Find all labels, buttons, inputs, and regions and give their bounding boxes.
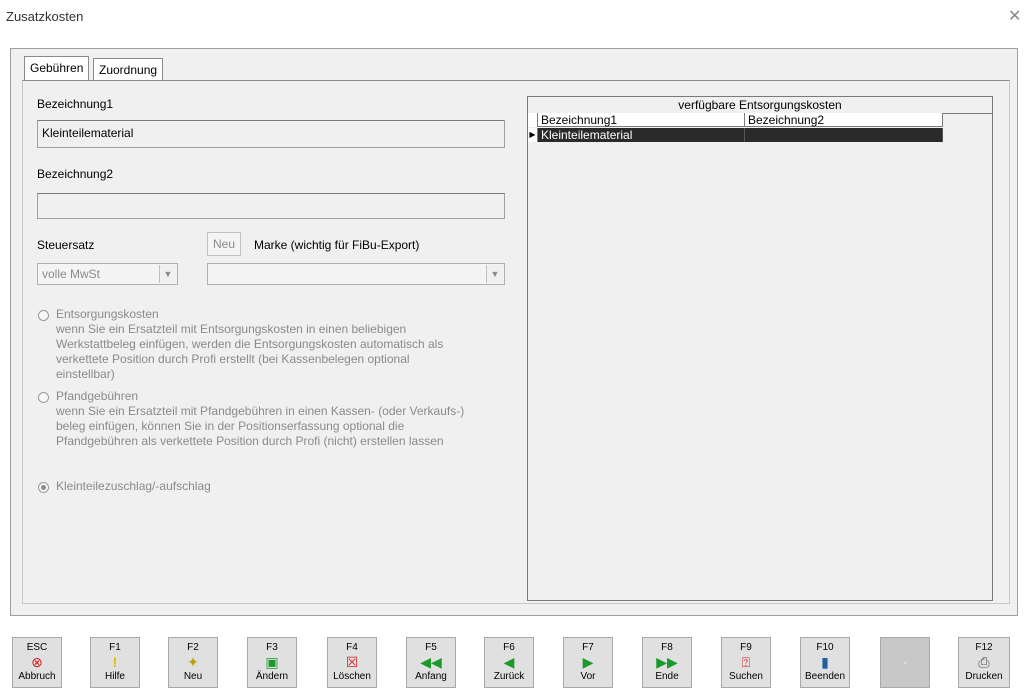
fkey-key: F9 <box>740 642 752 653</box>
fkey-label: Vor <box>580 671 596 682</box>
exit-icon: ▮ <box>821 654 829 670</box>
fkey-key: F5 <box>425 642 437 653</box>
steuersatz-select[interactable]: volle MwSt ▼ <box>37 263 178 285</box>
fkey-label: Zurück <box>493 671 525 682</box>
row-pointer-icon: ▶ <box>528 128 538 142</box>
table-cell[interactable]: Kleinteilematerial <box>538 128 745 142</box>
fkey-label: Suchen <box>729 671 763 682</box>
entsorgungskosten-grid[interactable]: verfügbare Entsorgungskosten Bezeichnung… <box>527 96 993 601</box>
pfandgebuehren-option: Pfandgebühren wenn Sie ein Ersatzteil mi… <box>56 389 464 449</box>
grid-caption: verfügbare Entsorgungskosten <box>528 97 992 114</box>
tab-gebuehren[interactable]: Gebühren <box>24 56 90 80</box>
kleinteilezuschlag-option: Kleinteilezuschlag/-aufschlag <box>56 479 211 493</box>
fkey-key: F3 <box>266 642 278 653</box>
kleinteilezuschlag-radio[interactable] <box>38 482 49 493</box>
last-icon: ▶▶ <box>656 654 678 670</box>
first-icon: ◀◀ <box>420 654 442 670</box>
fkey-key: F1 <box>109 642 121 653</box>
fkey-label: Löschen <box>333 671 371 682</box>
f5-anfang-button[interactable]: F5 ◀◀ Anfang <box>406 637 456 688</box>
column-header[interactable]: Bezeichnung2 <box>745 113 943 127</box>
fkey-key: F2 <box>187 642 199 653</box>
entsorgungskosten-option: Entsorgungskosten wenn Sie ein Ersatztei… <box>56 307 443 382</box>
option-desc-line: wenn Sie ein Ersatzteil mit Entsorgungsk… <box>56 322 407 336</box>
fkey-label: Anfang <box>415 671 447 682</box>
f2-neu-button[interactable]: F2 ✦ Neu <box>168 637 218 688</box>
f12-drucken-button[interactable]: F12 ⎙ Drucken <box>958 637 1010 688</box>
option-title: Pfandgebühren <box>56 389 139 403</box>
table-row[interactable]: ▶ Kleinteilematerial <box>528 128 943 142</box>
steuersatz-value: volle MwSt <box>42 267 101 281</box>
column-header[interactable]: Bezeichnung1 <box>538 113 745 127</box>
f3-aendern-button[interactable]: F3 ▣ Ändern <box>247 637 297 688</box>
f6-zurueck-button[interactable]: F6 ◀ Zurück <box>484 637 534 688</box>
neu-marke-button[interactable]: Neu <box>207 232 241 256</box>
help-icon: ! <box>112 654 118 670</box>
marke-label: Marke (wichtig für FiBu-Export) <box>254 238 420 252</box>
f8-ende-button[interactable]: F8 ▶▶ Ende <box>642 637 692 688</box>
option-desc-line: einstellbar) <box>56 367 115 381</box>
fkey-label: Hilfe <box>104 671 125 682</box>
option-desc-line: Pfandgebühren als verkettete Position du… <box>56 434 444 448</box>
fkey-key: F10 <box>816 642 834 653</box>
option-title: Entsorgungskosten <box>56 307 159 321</box>
option-desc-line: verkettete Position durch Profi erstellt… <box>56 352 410 366</box>
f4-loeschen-button[interactable]: F4 ☒ Löschen <box>327 637 377 688</box>
fkey-label: Ende <box>655 671 679 682</box>
cancel-icon: ⊗ <box>31 654 43 670</box>
fkey-label: Ändern <box>255 671 289 682</box>
bezeichnung1-label: Bezeichnung1 <box>37 97 114 111</box>
row-indicator-header <box>528 113 538 127</box>
fkey-key: F7 <box>582 642 594 653</box>
grid-header-row: Bezeichnung1 Bezeichnung2 <box>528 113 943 127</box>
bezeichnung2-label: Bezeichnung2 <box>37 167 114 181</box>
bezeichnung2-field[interactable] <box>37 193 505 219</box>
fkey-label: Beenden <box>804 671 846 682</box>
marke-select[interactable]: ▼ <box>207 263 505 285</box>
bezeichnung1-field[interactable]: Kleinteilematerial <box>37 120 505 148</box>
fkey-label: Neu <box>183 671 203 682</box>
f9-suchen-button[interactable]: F9 ⍰ Suchen <box>721 637 771 688</box>
fkey-label: Drucken <box>965 671 1003 682</box>
tab-zuordnung[interactable]: Zuordnung <box>93 58 164 80</box>
chevron-down-icon[interactable]: ▼ <box>486 265 503 283</box>
new-icon: ✦ <box>187 654 199 670</box>
next-icon: ▶ <box>582 654 594 670</box>
close-icon[interactable]: ✕ <box>1008 6 1021 26</box>
delete-icon: ☒ <box>345 654 359 670</box>
previous-icon: ◀ <box>503 654 515 670</box>
f10-beenden-button[interactable]: F10 ▮ Beenden <box>800 637 850 688</box>
edit-icon: ▣ <box>265 654 279 670</box>
steuersatz-label: Steuersatz <box>37 238 95 252</box>
fkey-key: F4 <box>346 642 358 653</box>
search-icon: ⍰ <box>741 654 751 670</box>
fkey-key: ESC <box>26 642 48 653</box>
option-desc-line: wenn Sie ein Ersatzteil mit Pfandgebühre… <box>56 404 465 418</box>
esc-abbruch-button[interactable]: ESC ⊗ Abbruch <box>12 637 62 688</box>
fkey-key: F6 <box>503 642 515 653</box>
chevron-down-icon[interactable]: ▼ <box>159 265 176 283</box>
empty-function-button: ˏ <box>880 637 930 688</box>
entsorgungskosten-radio[interactable] <box>38 310 49 321</box>
pfandgebuehren-radio[interactable] <box>38 392 49 403</box>
f1-hilfe-button[interactable]: F1 ! Hilfe <box>90 637 140 688</box>
window-title: Zusatzkosten <box>6 9 84 24</box>
fkey-key: F8 <box>661 642 673 653</box>
print-icon: ⎙ <box>978 654 990 670</box>
empty-icon: ˏ <box>902 648 908 664</box>
fkey-key: F12 <box>975 642 993 653</box>
fkey-label: Abbruch <box>18 671 56 682</box>
f7-vor-button[interactable]: F7 ▶ Vor <box>563 637 613 688</box>
option-desc-line: beleg einfügen, können Sie in der Positi… <box>56 419 405 433</box>
table-cell[interactable] <box>745 128 943 142</box>
option-desc-line: Werkstattbeleg einfügen, werden die Ents… <box>56 337 444 351</box>
